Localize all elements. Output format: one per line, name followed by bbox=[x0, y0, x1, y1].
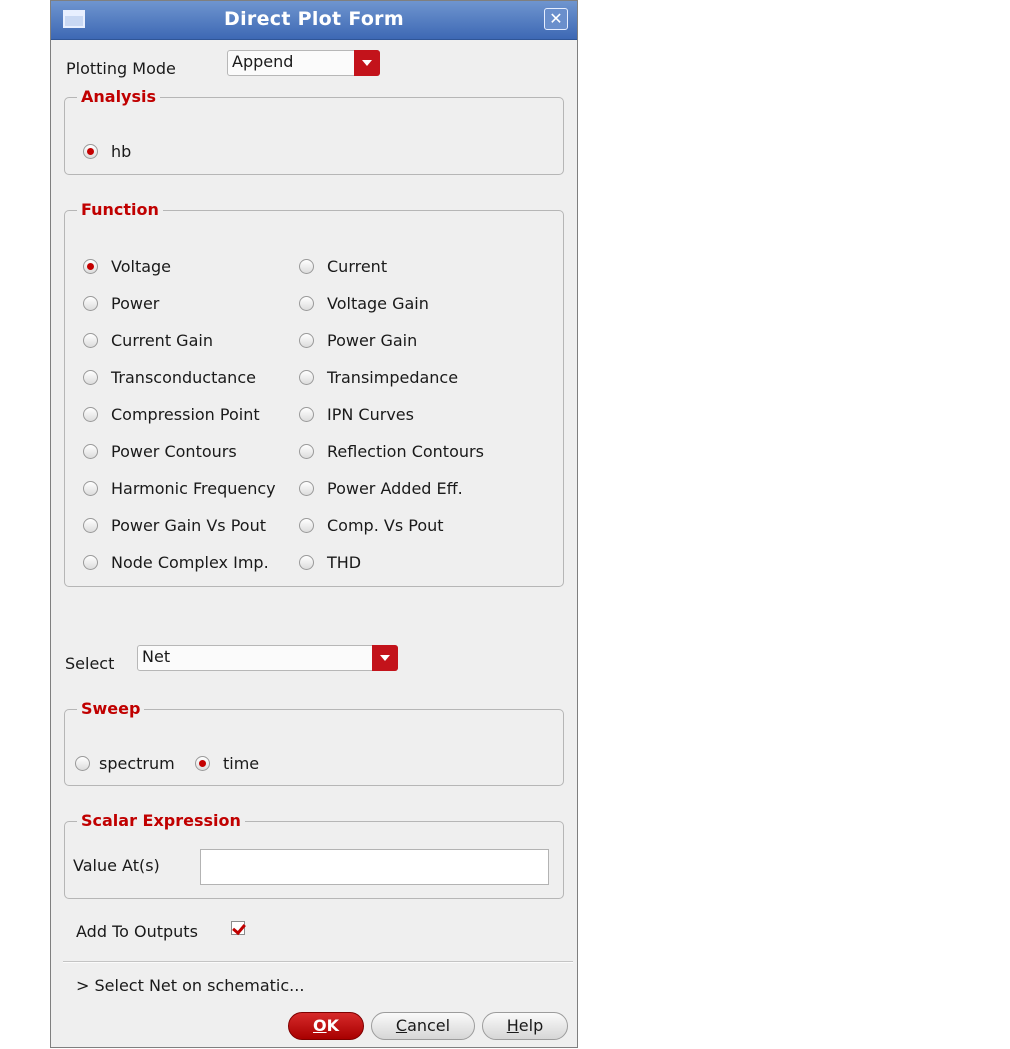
add-to-outputs-checkbox[interactable] bbox=[231, 921, 245, 935]
radio-button[interactable] bbox=[83, 406, 98, 422]
select-dropdown[interactable]: Net bbox=[137, 645, 398, 671]
value-at-input[interactable] bbox=[200, 849, 549, 885]
radio-label: Compression Point bbox=[111, 404, 260, 424]
radio-button[interactable] bbox=[83, 258, 98, 274]
function-option-power-gain-vs-pout[interactable]: Power Gain Vs Pout bbox=[83, 514, 266, 536]
add-to-outputs-label: Add To Outputs bbox=[76, 922, 198, 941]
radio-button[interactable] bbox=[83, 295, 98, 311]
radio-label: Current bbox=[327, 256, 388, 276]
radio-button[interactable] bbox=[83, 443, 98, 459]
function-option-node-complex-imp[interactable]: Node Complex Imp. bbox=[83, 551, 269, 573]
function-option-comp-vs-pout[interactable]: Comp. Vs Pout bbox=[299, 514, 444, 536]
divider bbox=[63, 961, 573, 963]
radio-label: Transimpedance bbox=[327, 367, 459, 387]
radio-label: spectrum bbox=[99, 753, 175, 773]
value-at-label: Value At(s) bbox=[73, 856, 160, 875]
function-option-power[interactable]: Power bbox=[83, 292, 159, 314]
function-option-power-contours[interactable]: Power Contours bbox=[83, 440, 237, 462]
radio-button[interactable] bbox=[83, 369, 98, 385]
ok-button[interactable]: OK bbox=[288, 1012, 364, 1040]
radio-label: Transconductance bbox=[111, 367, 256, 387]
chevron-down-icon[interactable] bbox=[354, 50, 380, 76]
radio-label: THD bbox=[327, 552, 362, 572]
radio-button[interactable] bbox=[75, 755, 90, 771]
function-option-harmonic-frequency[interactable]: Harmonic Frequency bbox=[83, 477, 276, 499]
ok-label-rest: K bbox=[326, 1016, 339, 1035]
radio-button[interactable] bbox=[299, 554, 314, 570]
function-option-voltage-gain[interactable]: Voltage Gain bbox=[299, 292, 429, 314]
analysis-group: Analysis hb bbox=[64, 87, 564, 175]
title-bar[interactable]: Direct Plot Form ✕ bbox=[51, 1, 577, 40]
status-message: > Select Net on schematic... bbox=[76, 976, 305, 995]
chevron-down-icon[interactable] bbox=[372, 645, 398, 671]
radio-label: Comp. Vs Pout bbox=[327, 515, 444, 535]
sweep-option-time[interactable]: time bbox=[195, 752, 259, 774]
analysis-option-hb[interactable]: hb bbox=[83, 140, 131, 162]
radio-button[interactable] bbox=[83, 480, 98, 496]
sweep-group-title: Sweep bbox=[77, 699, 145, 719]
radio-label: Power Gain Vs Pout bbox=[111, 515, 266, 535]
radio-label: time bbox=[223, 753, 260, 773]
radio-label: Power Gain bbox=[327, 330, 418, 350]
plotting-mode-dropdown[interactable]: Append bbox=[227, 50, 380, 76]
function-option-voltage[interactable]: Voltage bbox=[83, 255, 171, 277]
radio-button[interactable] bbox=[299, 517, 314, 533]
radio-button[interactable] bbox=[299, 480, 314, 496]
function-option-thd[interactable]: THD bbox=[299, 551, 361, 573]
radio-label: IPN Curves bbox=[327, 404, 414, 424]
function-option-transimpedance[interactable]: Transimpedance bbox=[299, 366, 458, 388]
sweep-group: Sweep spectrum time bbox=[64, 699, 564, 786]
radio-label: Power Contours bbox=[111, 441, 237, 461]
direct-plot-form-window: Direct Plot Form ✕ Plotting Mode Append … bbox=[50, 0, 578, 1048]
plotting-mode-label: Plotting Mode bbox=[66, 59, 176, 78]
radio-button[interactable] bbox=[299, 258, 314, 274]
radio-label: hb bbox=[111, 141, 132, 161]
sweep-option-spectrum[interactable]: spectrum bbox=[75, 752, 175, 774]
radio-button[interactable] bbox=[299, 332, 314, 348]
radio-button[interactable] bbox=[83, 332, 98, 348]
radio-label: Power Added Eff. bbox=[327, 478, 463, 498]
radio-button[interactable] bbox=[195, 755, 210, 771]
help-button[interactable]: Help bbox=[482, 1012, 568, 1040]
function-group-title: Function bbox=[77, 200, 163, 220]
scalar-expression-group: Scalar Expression Value At(s) bbox=[64, 811, 564, 899]
radio-button[interactable] bbox=[299, 369, 314, 385]
scalar-expression-group-title: Scalar Expression bbox=[77, 811, 245, 831]
radio-label: Node Complex Imp. bbox=[111, 552, 269, 572]
function-group: Function Voltage Current Power Voltage G… bbox=[64, 200, 564, 587]
help-label-rest: elp bbox=[518, 1016, 544, 1035]
plotting-mode-value: Append bbox=[232, 52, 294, 71]
cancel-button[interactable]: Cancel bbox=[371, 1012, 475, 1040]
radio-label: Voltage Gain bbox=[327, 293, 429, 313]
function-option-power-added-eff[interactable]: Power Added Eff. bbox=[299, 477, 463, 499]
function-option-compression-point[interactable]: Compression Point bbox=[83, 403, 260, 425]
select-label: Select bbox=[65, 654, 115, 673]
radio-button[interactable] bbox=[83, 554, 98, 570]
select-value: Net bbox=[142, 647, 171, 666]
ok-mnemonic: O bbox=[312, 1016, 327, 1035]
radio-button[interactable] bbox=[83, 517, 98, 533]
cancel-label-rest: ancel bbox=[407, 1016, 451, 1035]
function-option-reflection-contours[interactable]: Reflection Contours bbox=[299, 440, 484, 462]
radio-button[interactable] bbox=[299, 406, 314, 422]
function-option-transconductance[interactable]: Transconductance bbox=[83, 366, 256, 388]
radio-button[interactable] bbox=[299, 443, 314, 459]
close-button[interactable]: ✕ bbox=[544, 8, 568, 30]
function-option-current-gain[interactable]: Current Gain bbox=[83, 329, 213, 351]
radio-label: Voltage bbox=[111, 256, 172, 276]
radio-label: Current Gain bbox=[111, 330, 213, 350]
radio-label: Reflection Contours bbox=[327, 441, 484, 461]
radio-button[interactable] bbox=[83, 143, 98, 159]
help-mnemonic: H bbox=[506, 1016, 519, 1035]
function-option-current[interactable]: Current bbox=[299, 255, 387, 277]
window-title: Direct Plot Form bbox=[224, 8, 404, 30]
cancel-mnemonic: C bbox=[395, 1016, 408, 1035]
analysis-group-title: Analysis bbox=[77, 87, 161, 107]
radio-button[interactable] bbox=[299, 295, 314, 311]
radio-label: Power bbox=[111, 293, 160, 313]
function-option-power-gain[interactable]: Power Gain bbox=[299, 329, 417, 351]
radio-label: Harmonic Frequency bbox=[111, 478, 276, 498]
function-option-ipn-curves[interactable]: IPN Curves bbox=[299, 403, 414, 425]
